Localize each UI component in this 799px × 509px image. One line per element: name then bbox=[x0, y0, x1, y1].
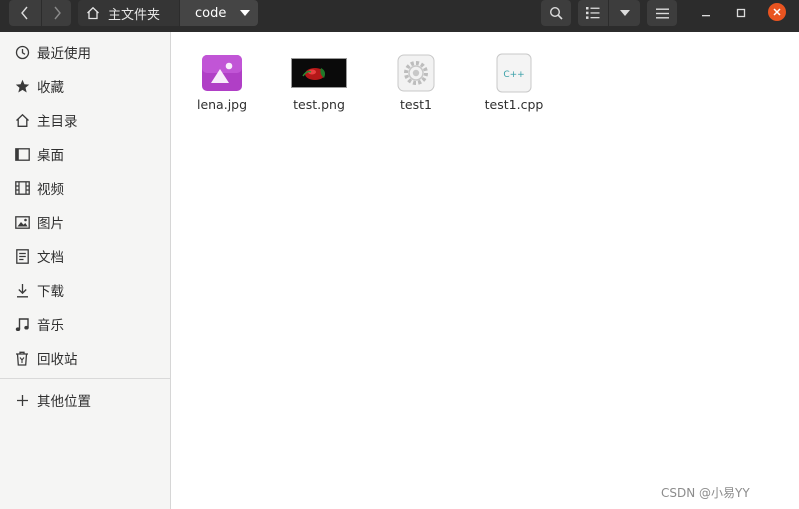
sidebar-item-label: 桌面 bbox=[37, 148, 64, 164]
home-icon bbox=[86, 6, 100, 20]
document-icon bbox=[14, 248, 30, 264]
cpp-icon-text: C++ bbox=[503, 70, 524, 80]
maximize-icon bbox=[736, 3, 746, 22]
sidebar-divider bbox=[0, 378, 170, 379]
desktop-icon bbox=[14, 146, 30, 162]
sidebar: 最近使用 收藏 主目录 桌面 视频 图片 文档 下载 音乐 回收站 其他位置 bbox=[0, 32, 171, 509]
file-name: test1 bbox=[400, 97, 432, 112]
sidebar-item-label: 最近使用 bbox=[37, 46, 91, 62]
list-view-button[interactable] bbox=[578, 0, 608, 26]
caret-down-icon bbox=[619, 10, 630, 16]
minimize-button[interactable] bbox=[694, 0, 718, 24]
forward-button[interactable] bbox=[42, 0, 71, 26]
film-icon bbox=[14, 180, 30, 196]
image-file-icon bbox=[177, 54, 267, 92]
star-icon bbox=[14, 78, 30, 94]
watermark: CSDN @小易YY bbox=[661, 486, 750, 500]
file-name: test.png bbox=[293, 97, 345, 112]
sidebar-item-music[interactable]: 音乐 bbox=[0, 309, 170, 339]
file-name: test1.cpp bbox=[484, 97, 544, 112]
cpp-source-icon: C++ bbox=[469, 53, 559, 93]
breadcrumb-home-label: 主文件夹 bbox=[108, 7, 161, 23]
hamburger-menu-icon bbox=[655, 8, 669, 19]
sidebar-item-trash[interactable]: 回收站 bbox=[0, 343, 170, 373]
sidebar-item-home[interactable]: 主目录 bbox=[0, 105, 170, 135]
file-name: lena.jpg bbox=[196, 97, 248, 112]
file-item-test1[interactable]: test1 bbox=[371, 54, 461, 112]
list-view-icon bbox=[586, 7, 600, 19]
sidebar-item-label: 图片 bbox=[37, 216, 64, 232]
sidebar-item-label: 视频 bbox=[37, 182, 64, 198]
thumbnail-image bbox=[274, 54, 364, 92]
sidebar-item-starred[interactable]: 收藏 bbox=[0, 71, 170, 101]
sidebar-item-videos[interactable]: 视频 bbox=[0, 173, 170, 203]
file-item-test-png[interactable]: test.png bbox=[274, 54, 364, 112]
sidebar-item-recent[interactable]: 最近使用 bbox=[0, 37, 170, 67]
clock-icon bbox=[14, 44, 30, 60]
file-item-lena-jpg[interactable]: lena.jpg bbox=[177, 54, 267, 112]
breadcrumb-home[interactable]: 主文件夹 bbox=[78, 0, 179, 26]
executable-gear-icon bbox=[371, 54, 461, 92]
sidebar-item-label: 回收站 bbox=[37, 352, 78, 368]
sidebar-item-label: 下载 bbox=[37, 284, 64, 300]
picture-icon bbox=[14, 214, 30, 230]
header-bar: 主文件夹 code bbox=[0, 0, 799, 32]
view-options-button[interactable] bbox=[609, 0, 640, 26]
sidebar-item-other-locations[interactable]: 其他位置 bbox=[0, 385, 170, 415]
home-icon bbox=[14, 112, 30, 128]
search-icon bbox=[549, 6, 563, 20]
close-icon bbox=[768, 3, 786, 21]
chevron-right-icon bbox=[52, 6, 62, 20]
download-icon bbox=[14, 282, 30, 298]
file-item-test1-cpp[interactable]: C++ test1.cpp bbox=[469, 53, 559, 112]
main-menu-button[interactable] bbox=[647, 0, 677, 26]
sidebar-item-label: 其他位置 bbox=[37, 394, 91, 410]
back-button[interactable] bbox=[9, 0, 41, 26]
sidebar-item-desktop[interactable]: 桌面 bbox=[0, 139, 170, 169]
breadcrumb-current[interactable]: code bbox=[180, 0, 258, 26]
sidebar-item-label: 音乐 bbox=[37, 318, 64, 334]
sidebar-item-label: 主目录 bbox=[37, 114, 78, 130]
trash-icon bbox=[14, 350, 30, 366]
close-button[interactable] bbox=[765, 0, 789, 24]
music-icon bbox=[14, 316, 30, 332]
caret-down-icon bbox=[240, 10, 251, 16]
sidebar-item-downloads[interactable]: 下载 bbox=[0, 275, 170, 305]
maximize-button[interactable] bbox=[729, 0, 753, 24]
sidebar-item-label: 收藏 bbox=[37, 80, 64, 96]
search-button[interactable] bbox=[541, 0, 571, 26]
breadcrumb-current-label: code bbox=[195, 5, 227, 21]
sidebar-item-pictures[interactable]: 图片 bbox=[0, 207, 170, 237]
sidebar-item-documents[interactable]: 文档 bbox=[0, 241, 170, 271]
file-view: lena.jpg test.png test1 C++ test1.cpp bbox=[171, 32, 799, 509]
sidebar-item-label: 文档 bbox=[37, 250, 64, 266]
chevron-left-icon bbox=[20, 6, 30, 20]
minimize-icon bbox=[701, 3, 711, 22]
plus-icon bbox=[14, 392, 30, 408]
file-manager-window: 主文件夹 code 最近使用 收藏 主目录 桌面 视频 图片 文档 下载 音乐 … bbox=[0, 0, 799, 509]
